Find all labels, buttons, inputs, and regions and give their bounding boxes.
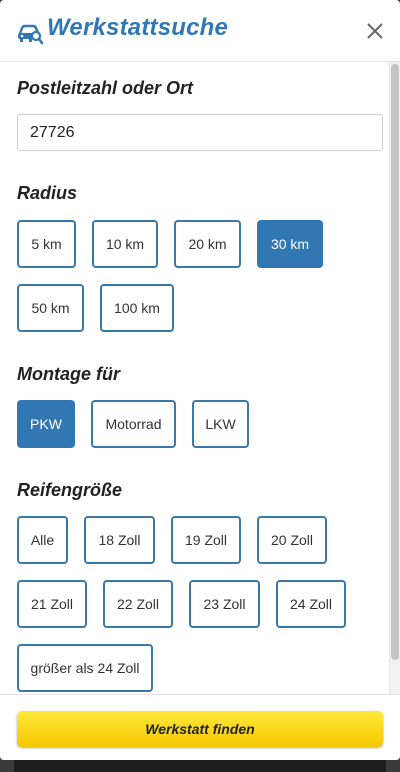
mount-option-lkw[interactable]: LKW <box>192 400 249 448</box>
radius-option-20km[interactable]: 20 km <box>174 220 241 268</box>
radius-option-30km[interactable]: 30 km <box>257 220 323 268</box>
scrollbar[interactable] <box>389 62 400 694</box>
mount-option-pkw[interactable]: PKW <box>17 400 75 448</box>
mount-label: Montage für <box>17 364 120 384</box>
mount-option-motorrad[interactable]: Motorrad <box>91 400 176 448</box>
tire-size-option-22[interactable]: 22 Zoll <box>103 580 173 628</box>
radius-option-5km[interactable]: 5 km <box>17 220 76 268</box>
page-title: Werkstattsuche <box>47 14 229 41</box>
tire-size-option-over-24[interactable]: größer als 24 Zoll <box>17 644 153 692</box>
tire-size-option-21[interactable]: 21 Zoll <box>17 580 87 628</box>
panel-header: Werkstattsuche <box>0 0 400 62</box>
radius-option-50km[interactable]: 50 km <box>17 284 84 332</box>
workshop-search-panel: Werkstattsuche Postleitzahl oder Ort Rad… <box>0 0 400 760</box>
car-search-icon <box>18 24 43 45</box>
tire-size-option-alle[interactable]: Alle <box>17 516 68 564</box>
find-workshop-button[interactable]: Werkstatt finden <box>17 711 383 747</box>
background-strip <box>14 760 386 772</box>
tire-size-option-20[interactable]: 20 Zoll <box>257 516 327 564</box>
tire-size-option-18[interactable]: 18 Zoll <box>84 516 155 564</box>
location-input[interactable] <box>17 114 383 151</box>
tire-size-label: Reifengröße <box>17 480 123 500</box>
tire-size-option-19[interactable]: 19 Zoll <box>171 516 241 564</box>
tire-size-option-23[interactable]: 23 Zoll <box>189 580 260 628</box>
close-icon[interactable] <box>364 20 386 42</box>
panel-footer: Werkstatt finden <box>0 694 400 760</box>
radius-option-100km[interactable]: 100 km <box>100 284 174 332</box>
location-label: Postleitzahl oder Ort <box>17 78 194 98</box>
tire-size-option-24[interactable]: 24 Zoll <box>276 580 346 628</box>
radius-option-10km[interactable]: 10 km <box>92 220 158 268</box>
scrollbar-thumb[interactable] <box>391 64 399 660</box>
filter-scroll-area[interactable]: Postleitzahl oder Ort Radius 5 km 10 km … <box>0 62 400 694</box>
radius-label: Radius <box>17 183 78 203</box>
